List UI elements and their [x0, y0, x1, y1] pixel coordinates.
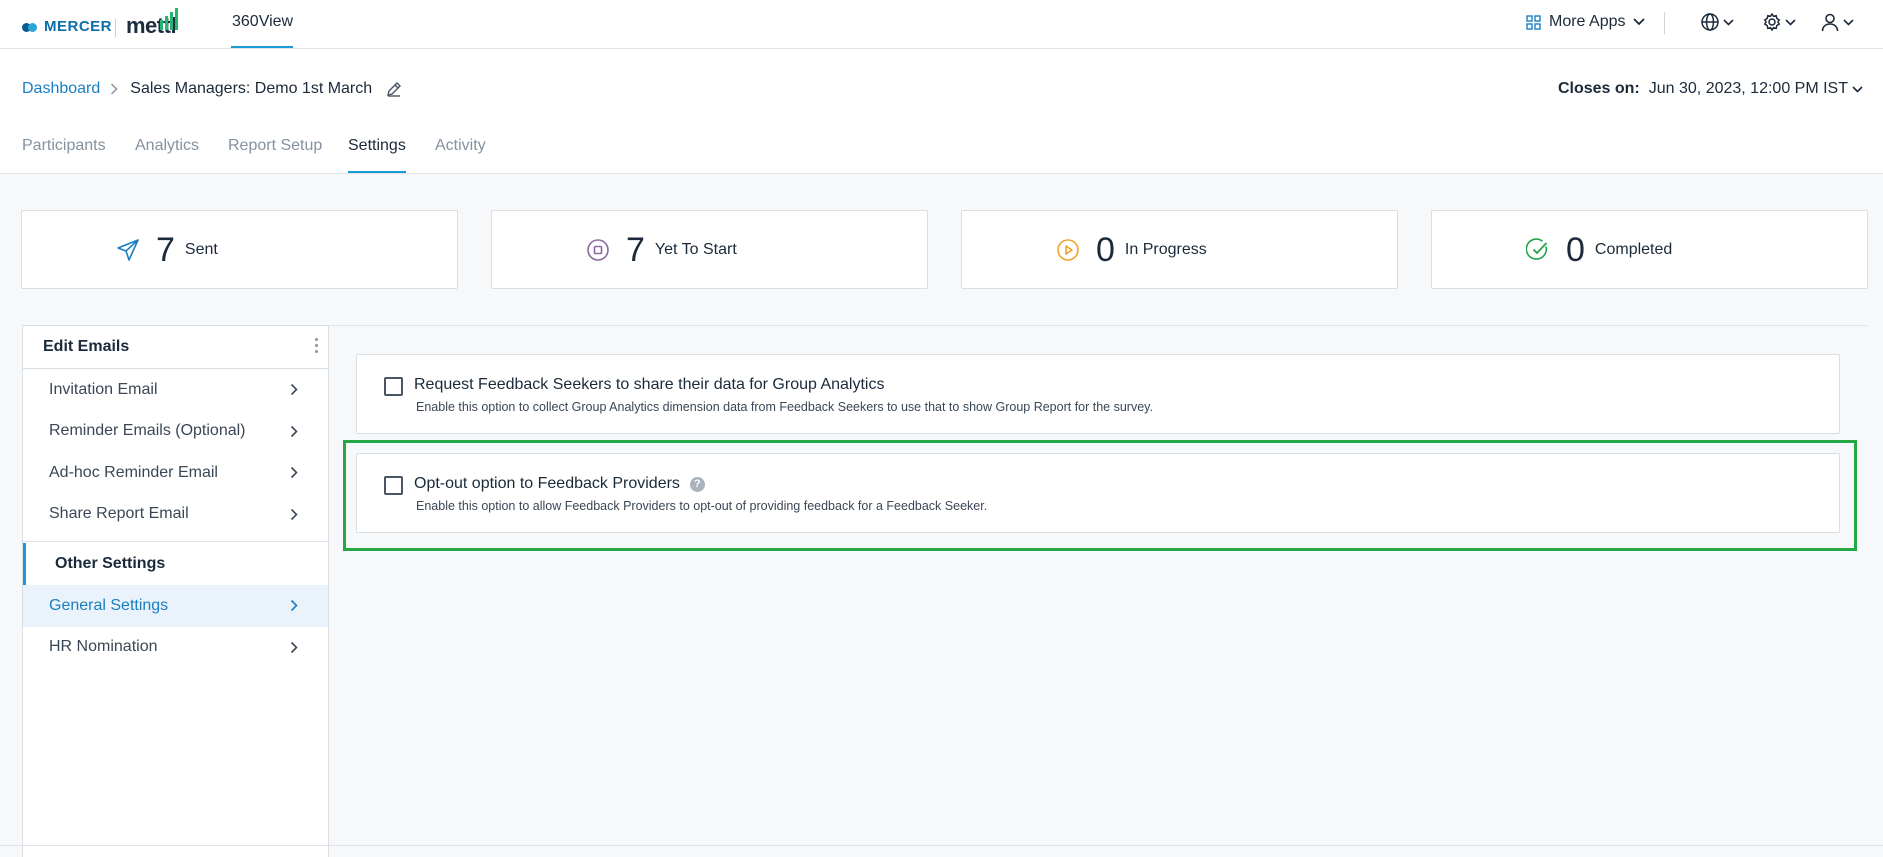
sidebar-item-invitation-email[interactable]: Invitation Email: [23, 369, 328, 411]
stat-card-completed: 0 Completed: [1431, 210, 1868, 289]
kebab-menu-icon[interactable]: [315, 338, 318, 353]
sidebar-header-title: Edit Emails: [43, 338, 130, 355]
stat-value: 7: [626, 231, 645, 269]
paper-plane-icon: [116, 238, 140, 262]
tab-activity[interactable]: Activity: [435, 137, 486, 155]
stat-label: Sent: [184, 241, 218, 258]
bottom-border: [0, 845, 1883, 846]
settings-menu-button[interactable]: [1762, 12, 1796, 32]
stat-label: Completed: [1594, 241, 1673, 258]
highlight-box: [343, 440, 1857, 551]
check-circle-icon: [1526, 238, 1550, 262]
closes-on-label: Closes on:: [1557, 80, 1640, 97]
app-tab-underline: [231, 46, 293, 48]
language-menu-button[interactable]: [1700, 12, 1734, 32]
stat-card-in-progress: 0 In Progress: [961, 210, 1398, 289]
chevron-down-icon: [1785, 18, 1796, 26]
stat-value: 0: [1566, 231, 1585, 269]
sidebar-item-label: Ad-hoc Reminder Email: [49, 463, 218, 481]
logo-divider: [115, 19, 116, 37]
chevron-right-icon: [290, 641, 298, 654]
stat-card-yet-to-start: 7 Yet To Start: [491, 210, 928, 289]
group-analytics-checkbox[interactable]: [384, 377, 403, 396]
stat-value: 7: [156, 231, 175, 269]
sidebar-item-label: Reminder Emails (Optional): [49, 422, 246, 440]
active-tab-indicator: [348, 171, 406, 173]
option-title-text: Request Feedback Seekers to share their …: [414, 376, 885, 393]
user-menu-button[interactable]: [1820, 12, 1854, 32]
sidebar-item-label: HR Nomination: [49, 638, 158, 656]
mercer-logo[interactable]: MERCER: [22, 18, 112, 35]
tab-analytics[interactable]: Analytics: [135, 137, 199, 155]
option-description: Enable this option to collect Group Anal…: [416, 400, 1153, 414]
chevron-right-icon: [290, 383, 298, 396]
sidebar-item-label: Share Report Email: [49, 505, 189, 523]
settings-sidebar: Edit Emails Invitation Email Reminder Em…: [22, 325, 329, 857]
sidebar-header: Edit Emails: [23, 326, 328, 369]
app-tab-360view[interactable]: 360View: [232, 13, 293, 31]
chevron-right-icon: [110, 83, 118, 95]
chevron-right-icon: [290, 508, 298, 521]
page-title: Sales Managers: Demo 1st March: [130, 80, 373, 97]
play-circle-icon: [1056, 238, 1080, 262]
sidebar-item-general-settings[interactable]: General Settings: [23, 585, 328, 627]
sidebar-item-adhoc-reminder-email[interactable]: Ad-hoc Reminder Email: [23, 452, 328, 494]
sidebar-item-label: Invitation Email: [49, 380, 158, 398]
mettl-logo-bars-icon: [160, 8, 178, 30]
closes-on-value: Jun 30, 2023, 12:00 PM IST: [1648, 80, 1848, 97]
sidebar-item-reminder-emails[interactable]: Reminder Emails (Optional): [23, 411, 328, 453]
tab-participants[interactable]: Participants: [22, 137, 106, 155]
apps-grid-icon: [1526, 14, 1541, 30]
stat-value: 0: [1096, 231, 1115, 269]
chevron-down-icon: [1852, 85, 1863, 93]
chevron-down-icon: [1633, 18, 1646, 26]
tab-settings[interactable]: Settings: [348, 137, 406, 155]
survey-tabs: Participants Analytics Report Setup Sett…: [0, 130, 1883, 174]
chevron-right-icon: [290, 425, 298, 438]
stat-card-sent: 7 Sent: [21, 210, 458, 289]
chevron-down-icon: [1843, 18, 1854, 26]
tab-report-setup[interactable]: Report Setup: [228, 137, 322, 155]
chevron-right-icon: [290, 599, 298, 612]
mercer-logo-icon: [22, 21, 38, 33]
sidebar-divider: [23, 541, 328, 542]
topbar-divider: [1664, 12, 1665, 34]
mercer-logo-text: MERCER: [44, 18, 113, 35]
globe-icon: [1700, 12, 1720, 32]
breadcrumb: Dashboard Sales Managers: Demo 1st March: [22, 80, 402, 98]
gear-icon: [1762, 12, 1782, 32]
breadcrumb-dashboard-link[interactable]: Dashboard: [22, 80, 100, 98]
stop-circle-icon: [586, 238, 610, 262]
group-analytics-option: Request Feedback Seekers to share their …: [356, 354, 1840, 434]
more-apps-label: More Apps: [1549, 13, 1626, 30]
option-title: Request Feedback Seekers to share their …: [414, 376, 884, 394]
edit-pencil-icon[interactable]: [386, 81, 402, 97]
sidebar-item-label: General Settings: [49, 596, 169, 614]
more-apps-button[interactable]: More Apps: [1526, 13, 1646, 31]
stat-label: In Progress: [1124, 241, 1207, 258]
sidebar-item-hr-nomination[interactable]: HR Nomination: [23, 627, 328, 669]
user-icon: [1820, 12, 1840, 32]
sidebar-item-share-report-email[interactable]: Share Report Email: [23, 494, 328, 536]
sidebar-section-other-settings: Other Settings: [23, 543, 328, 585]
top-navigation-bar: MERCER mettl 360View More Apps: [0, 0, 1883, 49]
chevron-right-icon: [290, 466, 298, 479]
chevron-down-icon: [1723, 18, 1734, 26]
closing-date[interactable]: Closes on: Jun 30, 2023, 12:00 PM IST: [1558, 80, 1863, 98]
stat-label: Yet To Start: [654, 241, 737, 258]
